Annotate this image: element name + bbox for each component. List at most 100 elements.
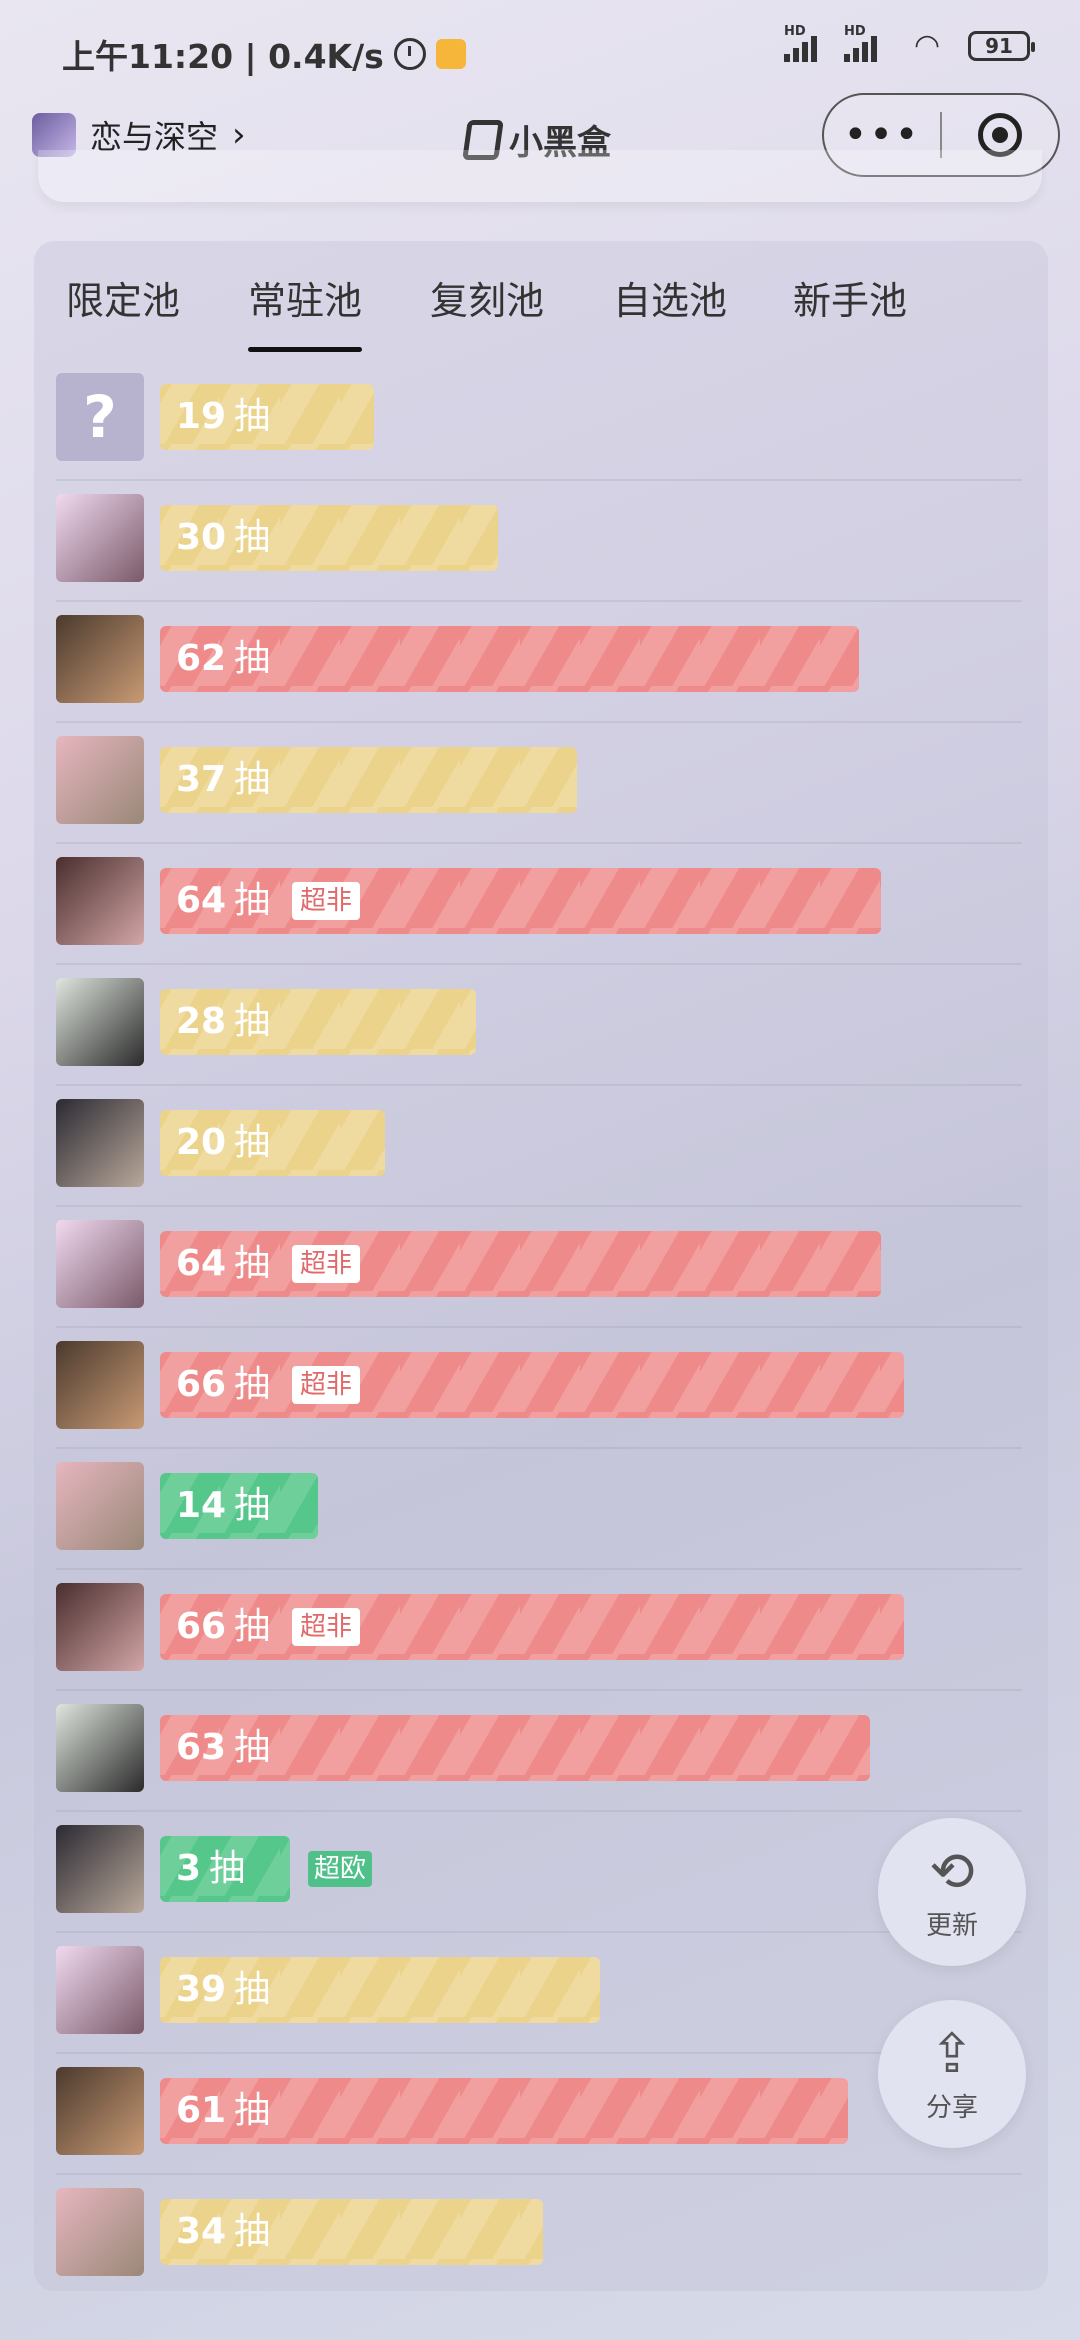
list-item[interactable]: 28 抽 <box>56 966 1022 1086</box>
tab-selective[interactable]: 自选池 <box>613 270 727 325</box>
pull-count-bar: 20 抽 <box>160 1110 385 1176</box>
row-divider <box>56 479 1022 481</box>
alarm-icon <box>393 38 426 70</box>
pull-unit: 抽 <box>234 1364 271 1405</box>
list-item[interactable]: 66 抽超非 <box>56 1329 1022 1449</box>
pull-count-bar: 37 抽 <box>160 747 577 813</box>
pull-count-label: 66 抽 <box>176 1594 270 1660</box>
pull-count-value: 19 <box>176 396 227 437</box>
unknown-avatar: ? <box>56 373 144 461</box>
tab-newbie[interactable]: 新手池 <box>793 270 907 325</box>
pull-count-value: 20 <box>176 1122 227 1163</box>
pull-unit: 抽 <box>234 1001 271 1042</box>
pull-count-value: 66 <box>176 1606 227 1647</box>
pull-count-label: 64 抽 <box>176 1231 270 1297</box>
tab-standard[interactable]: 常驻池 <box>248 270 362 325</box>
pull-count-label: 63 抽 <box>176 1715 270 1781</box>
pull-count-value: 28 <box>176 1001 227 1042</box>
pull-count-value: 64 <box>176 1243 227 1284</box>
character-avatar <box>56 494 144 582</box>
share-button[interactable]: ⇪ 分享 <box>878 2000 1026 2148</box>
character-avatar <box>56 2188 144 2276</box>
pull-unit: 抽 <box>234 1969 271 2010</box>
pull-count-value: 66 <box>176 1364 227 1405</box>
pull-count-label: 39 抽 <box>176 1957 270 2023</box>
pull-unit: 抽 <box>234 1727 271 1768</box>
row-divider <box>56 1447 1022 1449</box>
pull-count-bar: 66 抽超非 <box>160 1594 904 1660</box>
row-divider <box>56 1568 1022 1570</box>
signal-icon-2: HD <box>844 24 886 62</box>
list-item[interactable]: 39 抽 <box>56 1934 1022 2054</box>
super-unlucky-badge: 超非 <box>292 1366 361 1404</box>
pull-count-bar: 66 抽超非 <box>160 1352 904 1418</box>
row-divider <box>56 1689 1022 1691</box>
pull-unit: 抽 <box>234 1606 271 1647</box>
row-divider <box>56 842 1022 844</box>
list-item[interactable]: 62 抽 <box>56 603 1022 723</box>
pull-unit: 抽 <box>234 396 271 437</box>
list-item[interactable]: 66 抽超非 <box>56 1571 1022 1691</box>
row-divider <box>56 2052 1022 2054</box>
share-label: 分享 <box>925 2092 978 2123</box>
row-divider <box>56 1205 1022 1207</box>
pull-count-bar: 39 抽 <box>160 1957 600 2023</box>
pull-count-value: 3 <box>176 1848 202 1889</box>
pull-unit: 抽 <box>234 638 271 679</box>
pull-count-label: 66 抽 <box>176 1352 270 1418</box>
pull-count-bar: 63 抽 <box>160 1715 870 1781</box>
pull-count-bar: 28 抽 <box>160 989 476 1055</box>
active-tab-indicator <box>248 347 362 352</box>
list-item[interactable]: 64 抽超非 <box>56 845 1022 965</box>
list-item[interactable]: 63 抽 <box>56 1692 1022 1812</box>
pull-count-label: 19 抽 <box>176 384 270 450</box>
pull-count-label: 14 抽 <box>176 1473 270 1539</box>
tab-limited[interactable]: 限定池 <box>66 270 180 325</box>
pull-count-value: 34 <box>176 2211 227 2252</box>
super-unlucky-badge: 超非 <box>292 1245 361 1283</box>
chevron-right-icon: › <box>232 115 246 155</box>
list-item[interactable]: 14 抽 <box>56 1450 1022 1570</box>
character-avatar <box>56 1220 144 1308</box>
list-item[interactable]: 20 抽 <box>56 1087 1022 1207</box>
list-item[interactable]: 37 抽 <box>56 724 1022 844</box>
pull-count-label: 3抽 <box>176 1836 245 1902</box>
character-avatar <box>56 1099 144 1187</box>
list-item[interactable]: 3 抽 超欧 <box>56 1813 1022 1933</box>
pull-count-label: 64 抽 <box>176 868 270 934</box>
status-time: 上午11:20 | 0.4K/s <box>62 37 384 76</box>
pull-unit: 抽 <box>234 759 271 800</box>
pull-count-label: 34 抽 <box>176 2199 270 2265</box>
row-divider <box>56 1810 1022 1812</box>
pull-count-bar: 64 抽超非 <box>160 868 881 934</box>
list-item[interactable]: ? 19 抽 <box>56 361 1022 481</box>
pull-count-bar: 30 抽 <box>160 505 498 571</box>
tab-rerun[interactable]: 复刻池 <box>430 270 544 325</box>
pull-count-bar: 3抽 <box>160 1836 290 1902</box>
pull-count-value: 61 <box>176 2090 227 2131</box>
pull-count-value: 64 <box>176 880 227 921</box>
list-item[interactable]: 34 抽 <box>56 2176 1022 2296</box>
refresh-label: 更新 <box>925 1910 978 1941</box>
more-icon[interactable]: ••• <box>824 115 940 155</box>
character-avatar <box>56 615 144 703</box>
refresh-icon: ⟲ <box>929 1839 975 1903</box>
character-avatar <box>56 1341 144 1429</box>
row-divider <box>56 963 1022 965</box>
pull-count-bar: 19 抽 <box>160 384 374 450</box>
character-avatar <box>56 1825 144 1913</box>
pull-count-bar: 61 抽 <box>160 2078 848 2144</box>
pull-count-value: 63 <box>176 1727 227 1768</box>
row-divider <box>56 600 1022 602</box>
pull-unit: 抽 <box>234 1122 271 1163</box>
list-item[interactable]: 30 抽 <box>56 482 1022 602</box>
status-bar: 上午11:20 | 0.4K/s HD HD ◠ 91 <box>0 0 1080 100</box>
pull-count-label: 20 抽 <box>176 1110 270 1176</box>
super-unlucky-badge: 超非 <box>292 1608 361 1646</box>
refresh-button[interactable]: ⟲ 更新 <box>878 1818 1026 1966</box>
pull-count-label: 62 抽 <box>176 626 270 692</box>
row-divider <box>56 721 1022 723</box>
pull-unit: 抽 <box>234 2090 271 2131</box>
list-item[interactable]: 64 抽超非 <box>56 1208 1022 1328</box>
pull-count-label: 30 抽 <box>176 505 270 571</box>
